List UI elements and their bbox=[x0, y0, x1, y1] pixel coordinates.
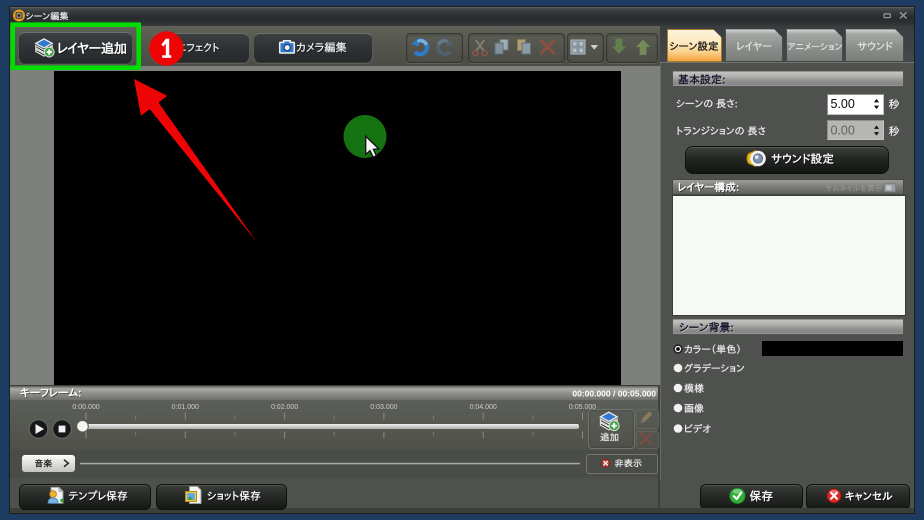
svg-text:0:01.000: 0:01.000 bbox=[172, 404, 199, 411]
svg-text:0:03.000: 0:03.000 bbox=[370, 404, 397, 411]
svg-text:0:02.000: 0:02.000 bbox=[271, 404, 298, 411]
svg-text:0:00.000: 0:00.000 bbox=[72, 404, 99, 411]
svg-text:00:00.000 / 00:05.000: 00:00.000 / 00:05.000 bbox=[572, 389, 656, 399]
svg-text:0:05.000: 0:05.000 bbox=[569, 404, 596, 411]
svg-text:0:04.000: 0:04.000 bbox=[470, 404, 497, 411]
svg-text:0.00: 0.00 bbox=[831, 124, 855, 138]
svg-text:5.00: 5.00 bbox=[831, 97, 855, 111]
